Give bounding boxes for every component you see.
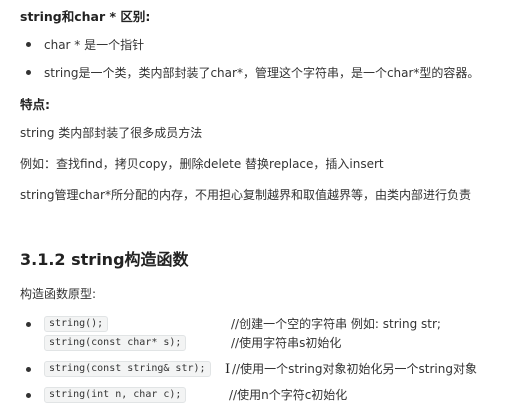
list-item-text: char * 是一个指针 xyxy=(44,38,145,52)
code-snippet: string(const string& str); xyxy=(44,361,211,377)
paragraph: string管理char*所分配的内存，不用担心复制越界和取值越界等，由类内部进… xyxy=(20,188,471,202)
section-title-features: 特点: xyxy=(20,97,50,112)
paragraph: 例如：查找find，拷贝copy，删除delete 替换replace，插入in… xyxy=(20,157,384,171)
section-heading: 3.1.2 string构造函数 xyxy=(20,250,189,269)
bullet-icon xyxy=(26,367,31,372)
paragraph: string 类内部封装了很多成员方法 xyxy=(20,126,203,140)
bullet-icon xyxy=(26,70,31,75)
intro-text: 构造函数原型: xyxy=(20,287,97,301)
code-comment: //创建一个空的字符串 例如: string str; xyxy=(231,317,441,331)
code-snippet: string(const char* s); xyxy=(44,335,187,351)
code-comment: //使用一个string对象初始化另一个string对象 xyxy=(232,362,477,376)
text-cursor-icon: I xyxy=(225,362,231,377)
bullet-icon xyxy=(26,42,31,47)
section-title-difference: string和char * 区别: xyxy=(20,9,151,24)
bullet-icon xyxy=(26,393,31,398)
code-comment: //使用n个字符c初始化 xyxy=(229,388,348,402)
list-item-text: string是一个类，类内部封装了char*，管理这个字符串，是一个char*型… xyxy=(44,66,480,80)
bullet-icon xyxy=(26,322,31,327)
code-comment: //使用字符串s初始化 xyxy=(231,336,342,350)
code-snippet: string(); xyxy=(44,316,109,332)
